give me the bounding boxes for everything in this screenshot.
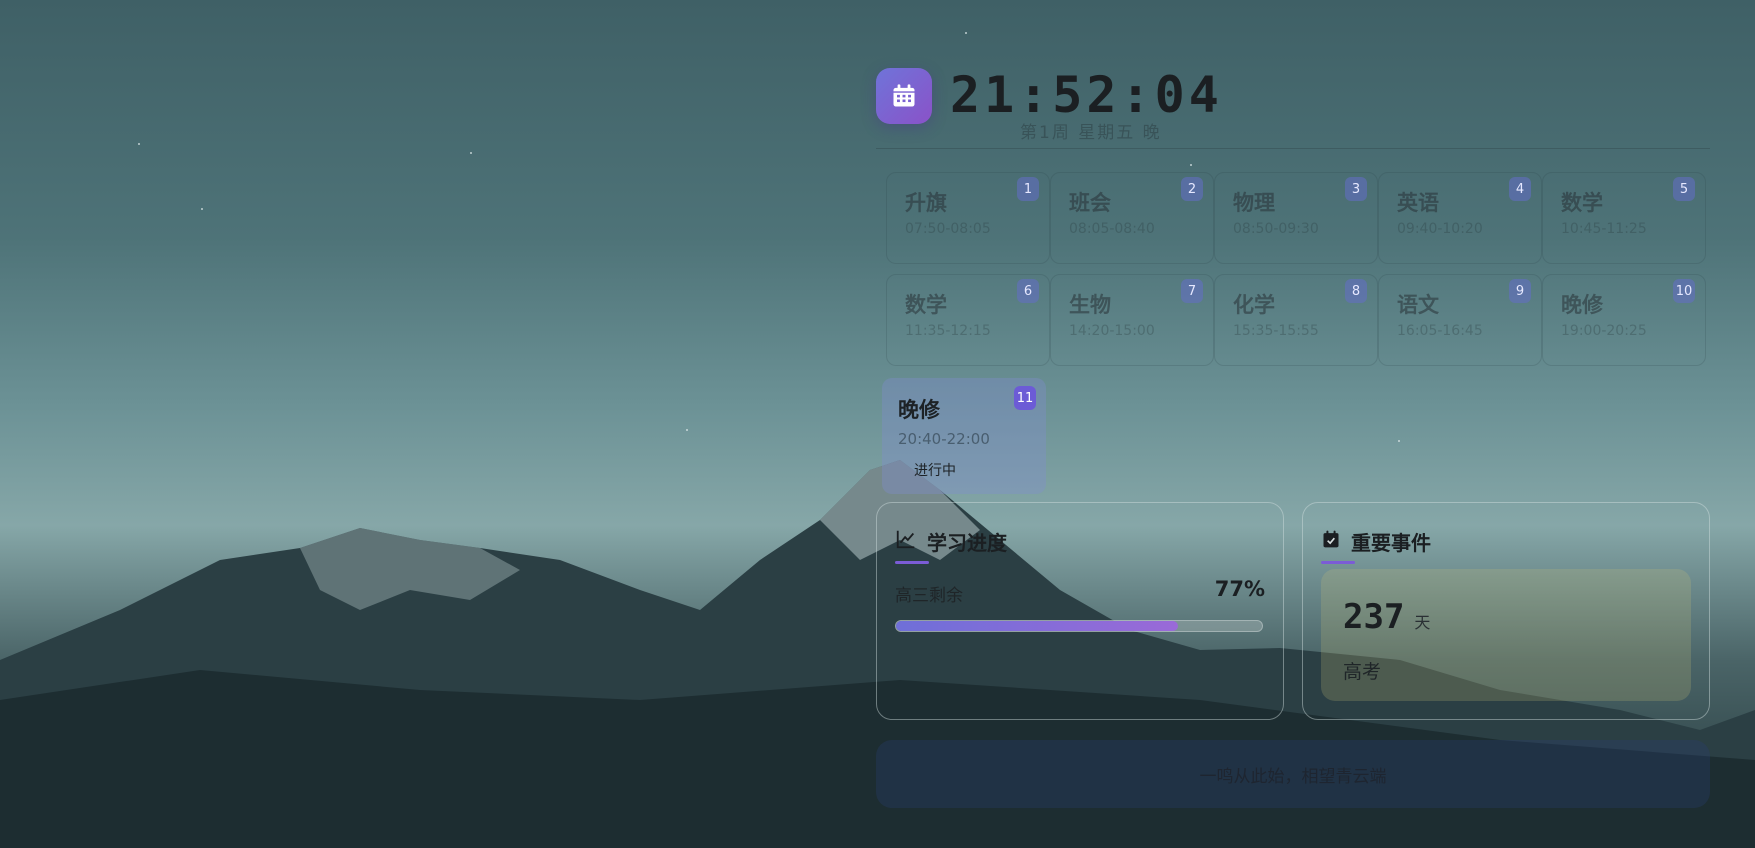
clock-header: 21:52:04 — [876, 66, 1223, 124]
class-index-badge: 1 — [1017, 177, 1039, 201]
dashboard-panel: 21:52:04 第1周 星期五 晚 升旗 07:50-08:05 1 班会 0… — [876, 40, 1710, 820]
class-subject: 生物 — [1069, 293, 1111, 317]
class-time: 14:20-15:00 — [1069, 323, 1155, 339]
class-card[interactable]: 数学 10:45-11:25 5 — [1542, 172, 1706, 264]
class-time: 19:00-20:25 — [1561, 323, 1647, 339]
header-divider — [876, 148, 1710, 149]
progress-bar — [895, 620, 1263, 632]
progress-label: 高三剩余 — [895, 586, 963, 606]
class-index-badge: 10 — [1673, 279, 1695, 303]
class-card[interactable]: 语文 16:05-16:45 9 — [1378, 274, 1542, 366]
class-index-badge: 2 — [1181, 177, 1203, 201]
date-subtitle: 第1周 星期五 晚 — [1020, 123, 1162, 143]
class-time: 15:35-15:55 — [1233, 323, 1319, 339]
class-card[interactable]: 英语 09:40-10:20 4 — [1378, 172, 1542, 264]
digital-clock: 21:52:04 — [950, 66, 1223, 124]
class-time: 10:45-11:25 — [1561, 221, 1647, 237]
class-subject: 班会 — [1069, 191, 1111, 215]
countdown-card[interactable]: 237 天 高考 — [1321, 569, 1691, 701]
class-card[interactable]: 化学 15:35-15:55 8 — [1214, 274, 1378, 366]
study-progress-title: 学习进度 — [895, 527, 1007, 556]
class-time: 08:05-08:40 — [1069, 221, 1155, 237]
countdown-event-name: 高考 — [1343, 661, 1382, 683]
progress-bar-fill — [896, 621, 1178, 631]
class-time: 09:40-10:20 — [1397, 221, 1483, 237]
class-index-badge: 4 — [1509, 177, 1531, 201]
class-subject: 升旗 — [905, 191, 947, 215]
class-card[interactable]: 班会 08:05-08:40 2 — [1050, 172, 1214, 264]
class-subject: 化学 — [1233, 293, 1275, 317]
class-subject: 数学 — [1561, 191, 1603, 215]
class-index-badge: 11 — [1014, 386, 1036, 410]
class-time: 07:50-08:05 — [905, 221, 991, 237]
class-time: 20:40-22:00 — [898, 430, 990, 448]
class-card[interactable]: 升旗 07:50-08:05 1 — [886, 172, 1050, 264]
motto-banner: 一鸣从此始，相望青云端 — [876, 740, 1710, 808]
class-index-badge: 7 — [1181, 279, 1203, 303]
line-chart-icon — [895, 528, 927, 555]
title-underline — [1321, 561, 1355, 564]
calendar-check-icon — [1321, 528, 1351, 555]
class-time: 16:05-16:45 — [1397, 323, 1483, 339]
countdown-days: 237 天 — [1343, 597, 1430, 637]
progress-value: 77% — [1214, 577, 1265, 601]
class-index-badge: 5 — [1673, 177, 1695, 201]
class-subject: 语文 — [1397, 293, 1439, 317]
class-index-badge: 6 — [1017, 279, 1039, 303]
class-subject: 晚修 — [898, 398, 940, 422]
calendar-icon[interactable] — [876, 68, 932, 124]
class-card[interactable]: 物理 08:50-09:30 3 — [1214, 172, 1378, 264]
class-card-current[interactable]: 晚修 20:40-22:00 11 进行中 — [882, 378, 1046, 494]
title-underline — [895, 561, 929, 564]
class-subject: 数学 — [905, 293, 947, 317]
class-subject: 物理 — [1233, 191, 1275, 215]
countdown-unit: 天 — [1414, 613, 1431, 632]
study-progress-box: 学习进度 高三剩余 77% — [876, 502, 1284, 720]
class-time: 08:50-09:30 — [1233, 221, 1319, 237]
class-index-badge: 9 — [1509, 279, 1531, 303]
countdown-number: 237 — [1343, 597, 1405, 637]
class-subject: 晚修 — [1561, 293, 1603, 317]
class-time: 11:35-12:15 — [905, 323, 991, 339]
important-events-title: 重要事件 — [1321, 527, 1431, 556]
class-index-badge: 3 — [1345, 177, 1367, 201]
class-subject: 英语 — [1397, 191, 1439, 215]
class-card[interactable]: 数学 11:35-12:15 6 — [886, 274, 1050, 366]
class-status-label: 进行中 — [914, 463, 956, 479]
important-events-box: 重要事件 237 天 高考 — [1302, 502, 1710, 720]
class-index-badge: 8 — [1345, 279, 1367, 303]
class-card[interactable]: 晚修 19:00-20:25 10 — [1542, 274, 1706, 366]
class-card[interactable]: 生物 14:20-15:00 7 — [1050, 274, 1214, 366]
